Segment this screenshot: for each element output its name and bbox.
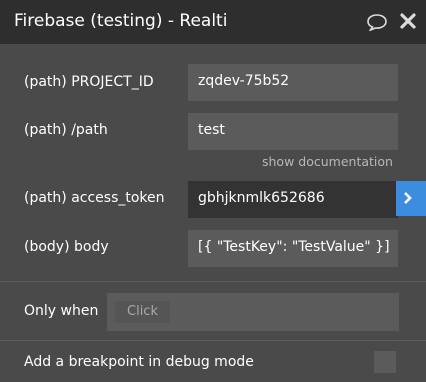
section-divider <box>0 281 426 282</box>
param-label-access-token: (path) access_token <box>24 190 165 206</box>
only-when-label: Only when <box>24 303 99 319</box>
close-icon[interactable] <box>399 12 417 30</box>
expand-arrow-button[interactable] <box>396 181 426 216</box>
click-placeholder[interactable]: Click <box>115 301 170 323</box>
only-when-condition-input[interactable]: Click <box>107 293 399 331</box>
show-documentation-link[interactable]: show documentation <box>262 154 393 169</box>
project-id-field[interactable]: zqdev-75b52 <box>188 64 398 101</box>
param-label-path: (path) /path <box>24 122 108 138</box>
access-token-field[interactable]: gbhjknmlk652686 <box>188 181 398 218</box>
section-divider <box>0 340 426 341</box>
comment-icon[interactable] <box>366 13 388 31</box>
breakpoint-label: Add a breakpoint in debug mode <box>24 354 254 370</box>
param-label-body: (body) body <box>24 239 109 255</box>
panel-header: Firebase (testing) - Realti <box>0 0 426 44</box>
action-properties-panel: Firebase (testing) - Realti (path) PROJE… <box>0 0 426 382</box>
chevron-right-icon <box>404 192 412 204</box>
panel-title: Firebase (testing) - Realti <box>14 11 228 31</box>
breakpoint-checkbox[interactable] <box>374 351 396 373</box>
param-label-project-id: (path) PROJECT_ID <box>24 74 154 90</box>
body-field[interactable]: [{ "TestKey": "TestValue" }] <box>188 230 398 267</box>
path-field[interactable]: test <box>188 113 398 150</box>
